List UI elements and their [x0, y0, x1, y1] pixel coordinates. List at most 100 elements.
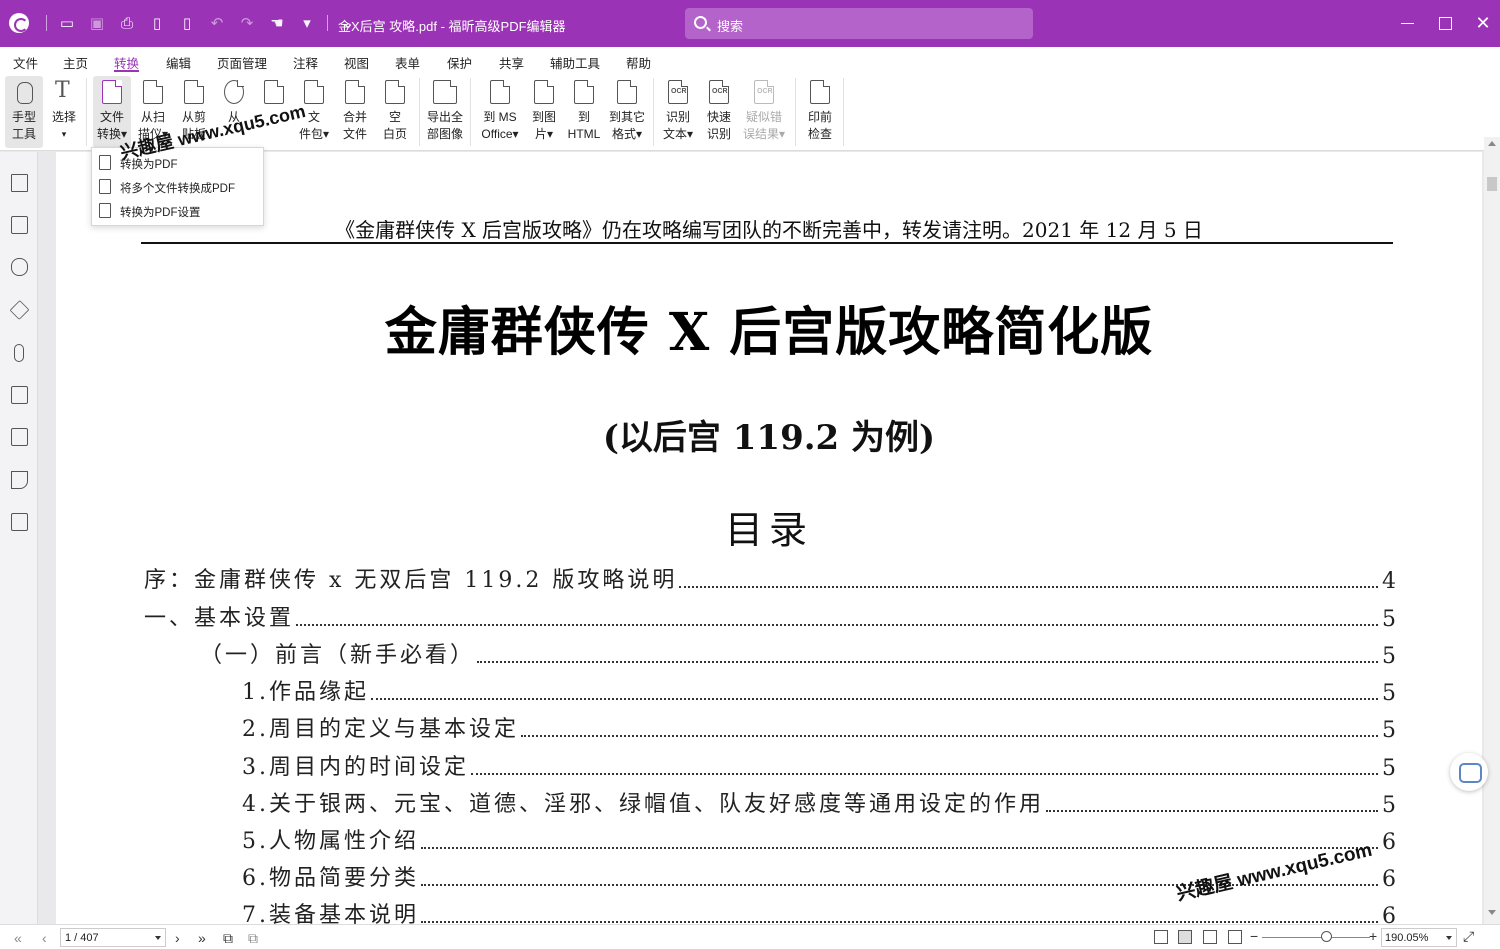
- tab-accessibility[interactable]: 辅助工具: [550, 53, 600, 72]
- blank-page-button[interactable]: 空 白页: [376, 76, 414, 148]
- tab-share[interactable]: 共享: [499, 53, 524, 72]
- toc-entry-text: 7.装备基本说明: [242, 903, 419, 924]
- toc-entry[interactable]: 2.周目的定义与基本设定 5: [242, 713, 1396, 743]
- zoom-in-icon[interactable]: +: [1369, 928, 1377, 944]
- continuous-view-icon[interactable]: [1178, 930, 1192, 944]
- to-other-formats-button[interactable]: 到其它 格式▾: [608, 76, 646, 148]
- redo-icon[interactable]: ↷: [237, 13, 257, 33]
- page-indicator: 1 / 407: [65, 932, 99, 944]
- toc-entry[interactable]: 一、基本设置 5: [144, 602, 1396, 632]
- zoom-out-icon[interactable]: −: [1250, 928, 1258, 944]
- minimize-button[interactable]: [1388, 0, 1426, 47]
- to-other-label-2: 格式▾: [611, 127, 643, 141]
- page-number-input[interactable]: 1 / 407: [60, 928, 166, 947]
- toc-leader: [371, 698, 1378, 700]
- tab-protect[interactable]: 保护: [447, 53, 472, 72]
- new-document-icon[interactable]: ▯: [147, 13, 167, 33]
- zoom-slider-knob[interactable]: [1321, 931, 1332, 942]
- facing-view-icon[interactable]: [1203, 930, 1217, 944]
- last-page-icon[interactable]: »: [198, 930, 206, 946]
- export-images-label-1: 导出全: [426, 110, 463, 124]
- suspect-ocr-label-2: 误结果▾: [742, 127, 786, 141]
- toc-entry[interactable]: （一）前言（新手必看） 5: [200, 639, 1396, 669]
- undo-icon[interactable]: ↶: [207, 13, 227, 33]
- quick-ocr-button[interactable]: OCR 快速 识别: [700, 76, 738, 148]
- create-pdf-icon[interactable]: ▯: [177, 13, 197, 33]
- toc-entry-text: 4.关于银两、元宝、道德、淫邪、绿帽值、队友好感度等通用设定的作用: [242, 792, 1044, 817]
- convert-multiple-to-pdf-item[interactable]: 将多个文件转换成PDF: [92, 176, 263, 198]
- hand-tool-icon[interactable]: ☚: [267, 13, 287, 33]
- continuous-facing-view-icon[interactable]: [1228, 930, 1242, 944]
- fullscreen-icon[interactable]: ⤢: [1463, 928, 1474, 945]
- preflight-button[interactable]: 印前 检查: [801, 76, 839, 148]
- scroll-up-icon[interactable]: [1488, 141, 1496, 146]
- to-ms-office-button[interactable]: 到 MS Office▾: [481, 76, 519, 148]
- scanner-icon: [143, 80, 163, 104]
- text-select-icon: [53, 78, 75, 104]
- previous-view-icon[interactable]: ⧉: [223, 930, 233, 947]
- print-icon[interactable]: ⎙: [117, 13, 137, 33]
- pdf-page: 《金庸群侠传 X 后宫版攻略》仍在攻略编写团队的不断完善中，转发请注明。2021…: [56, 152, 1482, 924]
- zoom-level-input[interactable]: 190.05%: [1381, 928, 1457, 947]
- toc-entry[interactable]: 1.作品缘起 5: [242, 676, 1396, 706]
- left-sidebar: [0, 152, 38, 924]
- quick-ocr-icon: OCR: [709, 80, 729, 104]
- document-viewport[interactable]: 《金庸群侠传 X 后宫版攻略》仍在攻略编写团队的不断完善中，转发请注明。2021…: [39, 152, 1484, 924]
- tab-comment[interactable]: 注释: [293, 53, 318, 72]
- office-icon: [490, 80, 510, 104]
- tab-convert[interactable]: 转换: [114, 53, 140, 72]
- suspect-ocr-results-button[interactable]: OCR 疑似错 误结果▾: [743, 76, 785, 148]
- toc-entry[interactable]: 7.装备基本说明 6: [242, 899, 1396, 924]
- assistant-chat-button[interactable]: [1450, 753, 1488, 791]
- bookmark-icon[interactable]: [11, 174, 28, 192]
- security-lock-icon[interactable]: [11, 386, 28, 404]
- document-icon: [99, 155, 111, 170]
- comments-icon[interactable]: [11, 258, 28, 276]
- attachment-icon[interactable]: [14, 344, 24, 362]
- close-button[interactable]: ✕: [1464, 0, 1500, 47]
- chevron-down-icon[interactable]: [1446, 936, 1452, 940]
- document-properties-icon[interactable]: [11, 428, 28, 446]
- toc-entry[interactable]: 序：金庸群侠传 x 无双后宫 119.2 版攻略说明 4: [144, 564, 1396, 594]
- toc-leader: [471, 773, 1378, 775]
- save-icon[interactable]: ▣: [87, 13, 107, 33]
- tab-help[interactable]: 帮助: [626, 53, 651, 72]
- chevron-down-icon[interactable]: [155, 936, 161, 940]
- toc-entry-text: （一）前言（新手必看）: [200, 643, 476, 668]
- tab-view[interactable]: 视图: [344, 53, 369, 72]
- convert-to-pdf-item[interactable]: 转换为PDF: [92, 152, 263, 174]
- layers-icon[interactable]: [9, 300, 30, 320]
- app-logo-icon[interactable]: [9, 13, 29, 33]
- toc-entry[interactable]: 5.人物属性介绍 6: [242, 825, 1396, 855]
- toc-entry[interactable]: 3.周目内的时间设定 5: [242, 751, 1396, 781]
- compare-icon[interactable]: [11, 513, 28, 531]
- tab-edit[interactable]: 编辑: [166, 53, 191, 72]
- next-view-icon[interactable]: ⧉: [248, 930, 258, 947]
- single-page-view-icon[interactable]: [1154, 930, 1168, 944]
- scroll-thumb[interactable]: [1487, 177, 1497, 191]
- search-input[interactable]: 搜索: [717, 16, 743, 35]
- chevron-down-icon[interactable]: ▾: [297, 13, 317, 33]
- toc-leader: [421, 921, 1378, 923]
- pages-thumbnail-icon[interactable]: [11, 216, 28, 234]
- toc-entry-page: 6: [1382, 830, 1396, 855]
- tab-page-organize[interactable]: 页面管理: [217, 53, 267, 72]
- tab-file[interactable]: 文件: [13, 53, 38, 72]
- toc-entry[interactable]: 4.关于银两、元宝、道德、淫邪、绿帽值、队友好感度等通用设定的作用 5: [242, 788, 1396, 818]
- previous-page-icon[interactable]: ‹: [42, 930, 47, 946]
- export-images-button[interactable]: 导出全 部图像: [426, 76, 464, 148]
- scroll-down-icon[interactable]: [1488, 910, 1496, 915]
- tab-form[interactable]: 表单: [395, 53, 420, 72]
- convert-pdf-settings-item[interactable]: 转换为PDF设置: [92, 200, 263, 222]
- signature-icon[interactable]: [11, 471, 28, 489]
- zoom-slider[interactable]: [1262, 937, 1370, 938]
- search-box[interactable]: 搜索: [685, 8, 1033, 39]
- next-page-icon[interactable]: ›: [175, 930, 180, 946]
- first-page-icon[interactable]: «: [14, 930, 22, 946]
- select-button[interactable]: 选择 ▾: [45, 76, 83, 148]
- open-folder-icon[interactable]: ▭: [57, 13, 77, 33]
- vertical-scrollbar[interactable]: [1484, 137, 1500, 924]
- maximize-button[interactable]: [1426, 0, 1464, 47]
- ocr-icon: OCR: [668, 80, 688, 104]
- tab-home[interactable]: 主页: [63, 53, 88, 72]
